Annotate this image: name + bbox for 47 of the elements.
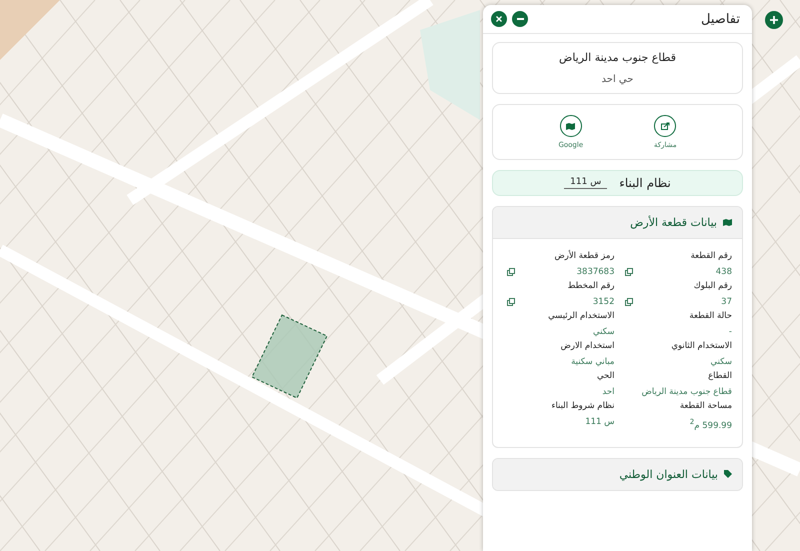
field-value: سكني — [710, 357, 732, 367]
field-label: مساحة القطعة — [680, 401, 732, 411]
field-label: القطاع — [708, 371, 732, 381]
highlighted-plot-shape[interactable] — [251, 314, 328, 399]
section-title: بيانات قطعة الأرض — [630, 216, 717, 229]
field-label: استخدام الارض — [560, 341, 614, 351]
field-value: سكني — [593, 327, 614, 337]
field-value: - — [728, 327, 732, 337]
field-label: الاستخدام الثانوي — [671, 341, 732, 351]
field-label: رمز قطعة الأرض — [554, 251, 614, 261]
map-icon — [723, 219, 732, 226]
copy-icon[interactable] — [624, 298, 632, 306]
building-system-label: نظام البناء — [619, 176, 671, 190]
field-label: رقم المخطط — [568, 281, 614, 291]
field-value: 37 — [721, 297, 732, 307]
field-label: حالة القطعة — [689, 311, 732, 321]
field-value: مباني سكنية — [571, 357, 614, 367]
plus-icon — [770, 16, 778, 24]
field-value: احد — [602, 387, 614, 397]
minus-icon — [516, 18, 524, 20]
field-label: الاستخدام الرئيسي — [548, 311, 614, 321]
field-value: 438 — [716, 267, 732, 277]
sector-name: قطاع جنوب مدينة الرياض — [559, 51, 676, 64]
map-icon — [566, 122, 576, 130]
field-value: 3837683 — [576, 267, 614, 277]
section-title: بيانات العنوان الوطني — [619, 468, 718, 481]
tag-icon — [724, 470, 732, 478]
close-icon — [496, 16, 502, 22]
field-label: رقم البلوك — [694, 281, 732, 291]
field-value: س 111 — [585, 417, 614, 427]
copy-icon[interactable] — [507, 298, 515, 306]
section-header[interactable]: بيانات العنوان الوطني — [493, 458, 742, 490]
share-icon — [660, 122, 670, 130]
field-label: الحي — [596, 371, 614, 381]
minimize-button[interactable] — [512, 11, 528, 27]
close-button[interactable] — [491, 11, 507, 27]
section-header[interactable]: بيانات قطعة الأرض — [493, 207, 742, 239]
copy-icon[interactable] — [624, 268, 632, 276]
panel-title: تفاصيل — [701, 12, 740, 26]
copy-icon[interactable] — [507, 268, 515, 276]
building-system-select[interactable]: س 111 — [564, 177, 608, 189]
district-name: حي احد — [602, 74, 634, 85]
sand-area-shape — [0, 0, 60, 60]
field-label: نظام شروط البناء — [551, 401, 614, 411]
field-value: قطاع جنوب مدينة الرياض — [642, 387, 732, 397]
field-value: 3152 — [592, 297, 614, 307]
field-label: رقم القطعة — [690, 251, 732, 261]
